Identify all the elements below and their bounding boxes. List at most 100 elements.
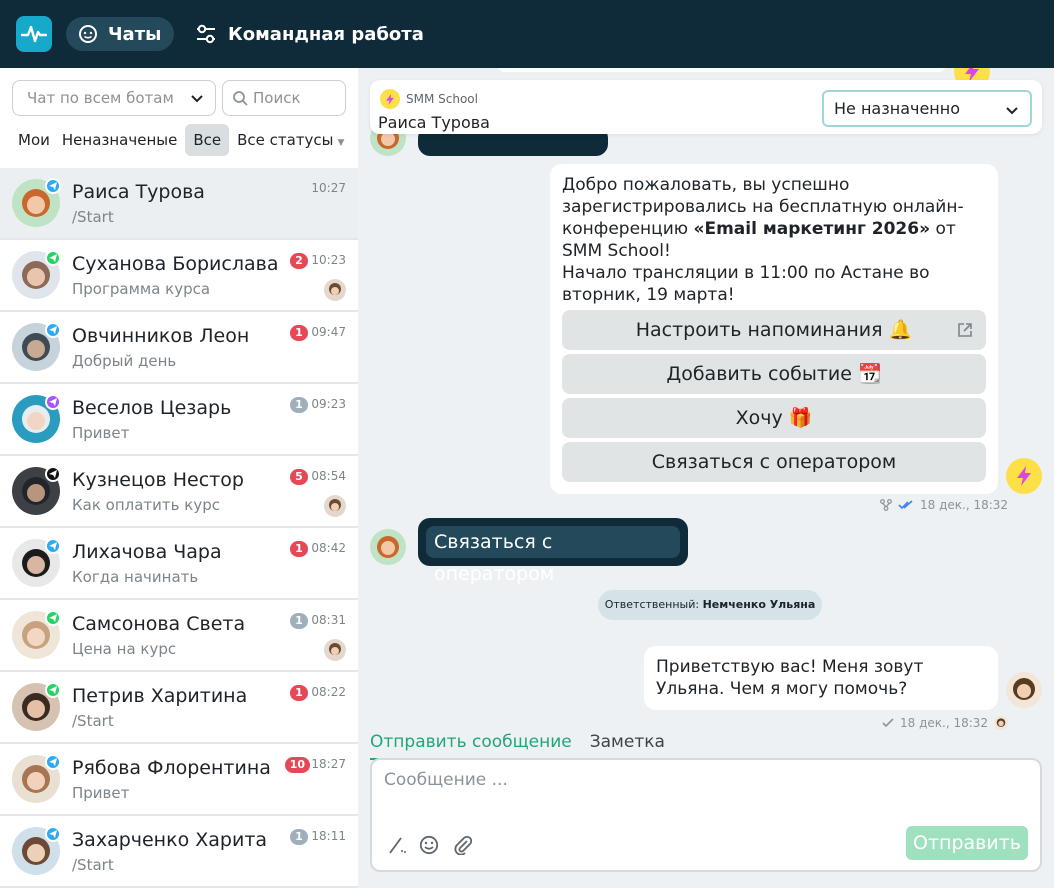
chat-preview: /Start <box>72 712 114 730</box>
assignee-value: Не назначенно <box>834 99 961 118</box>
chat-list-item[interactable]: Суханова Борислава Программа курса 10:23 2 <box>0 240 358 312</box>
message-placeholder: Сообщение ... <box>384 770 508 790</box>
chat-time: 10:23 <box>311 253 346 267</box>
telegram-icon <box>45 826 61 842</box>
search-icon <box>233 91 248 106</box>
emoji-button[interactable] <box>418 834 440 856</box>
smile-icon <box>419 835 439 855</box>
keyboard-button-label: Добавить событие 📆 <box>666 363 882 385</box>
attach-button[interactable] <box>452 834 474 856</box>
chat-preview: Привет <box>72 784 130 802</box>
filter-unassigned[interactable]: Неназначеные <box>56 124 183 156</box>
bot-filter-value: Чат по всем ботам <box>27 89 174 107</box>
chat-time: 08:22 <box>311 685 346 699</box>
bot-label: SMM School <box>380 89 478 109</box>
chat-time: 08:31 <box>311 613 346 627</box>
chat-preview: Привет <box>72 424 130 442</box>
bot-message-text: Добро пожаловать, вы успешно зарегистрир… <box>562 174 986 306</box>
unread-badge: 1 <box>290 829 308 845</box>
chat-preview: Программа курса <box>72 280 211 298</box>
chat-list-item[interactable]: Петрив Харитина/Start 08:22 1 <box>0 672 358 744</box>
message-composer[interactable]: Сообщение ... Отправить <box>370 758 1042 872</box>
operator-message-text: Приветствую вас! Меня зовут Ульяна. Чем … <box>656 657 924 699</box>
unread-badge: 1 <box>290 685 308 701</box>
chat-list: Раиса Турова/Start 10:27 Суханова Борислав… <box>0 168 358 888</box>
lightning-icon <box>386 93 394 105</box>
user-message-text: Связаться с оператором <box>426 526 680 585</box>
conversation-panel: SMM School Раиса Турова Не назначенно До… <box>358 68 1054 888</box>
app-logo[interactable] <box>16 16 52 52</box>
search-input[interactable]: Поиск <box>222 80 346 116</box>
filter-mine[interactable]: Мои <box>12 124 56 156</box>
unread-badge: 5 <box>290 469 308 485</box>
nav-chats-label: Чаты <box>108 23 162 45</box>
sliders-icon <box>197 24 215 44</box>
chat-list-item[interactable]: Веселов Цезарь Привет 09:23 1 <box>0 384 358 456</box>
chat-name: Суханова Борислава <box>72 253 279 275</box>
paperclip-icon <box>454 835 473 855</box>
assignment-prefix: Ответственный: <box>604 598 700 611</box>
chevron-down-icon <box>191 95 203 103</box>
chat-time: 08:42 <box>311 541 346 555</box>
chat-preview: Когда начинать <box>72 568 199 586</box>
send-button[interactable]: Отправить <box>906 826 1028 860</box>
chat-list-item[interactable]: Овчинников Леон Добрый день 09:47 1 <box>0 312 358 384</box>
magic-wand-icon <box>389 837 406 854</box>
tab-send-message[interactable]: Отправить сообщение <box>370 730 572 760</box>
chat-name: Захарченко Харита <box>72 829 268 851</box>
operator-mini-avatar <box>994 716 1009 730</box>
nav-chats[interactable]: Чаты <box>66 17 174 51</box>
assignee-select[interactable]: Не назначенно <box>822 90 1032 127</box>
chat-name: Овчинников Леон <box>72 325 250 347</box>
chat-list-item[interactable]: Рябова Флорентина Привет 18:27 10 <box>0 744 358 816</box>
keyboard-button-add-event[interactable]: Добавить событие 📆 <box>562 354 986 394</box>
chat-name: Петрив Харитина <box>72 685 248 707</box>
chat-time: 09:23 <box>311 397 346 411</box>
bot-message-meta: 18 дек., 18:32 <box>880 498 1008 512</box>
nav-team-label: Командная работа <box>228 23 424 45</box>
keyboard-button-reminder[interactable]: Настроить напоминания 🔔 <box>562 310 986 350</box>
chat-preview: Цена на курс <box>72 640 177 658</box>
keyboard-button-operator[interactable]: Связаться с оператором <box>562 442 986 482</box>
telegram-icon <box>45 538 61 554</box>
check-icon <box>882 718 894 728</box>
message-time: 18 дек., 18:32 <box>900 716 989 730</box>
keyboard-button-label: Настроить напоминания 🔔 <box>635 319 913 341</box>
assignee-mini-avatar <box>324 639 346 661</box>
keyboard-button-label: Связаться с оператором <box>651 451 897 473</box>
ai-wand-button[interactable] <box>386 834 408 856</box>
whatsapp-icon <box>45 250 61 266</box>
conversation-header: SMM School Раиса Турова Не назначенно <box>370 80 1042 134</box>
chat-list-item[interactable]: Самсонова Света Цена на курс 08:31 1 <box>0 600 358 672</box>
messenger-icon <box>45 394 61 410</box>
bot-message-bold: «Email маркетинг 2026» <box>693 219 931 239</box>
chat-time: 18:11 <box>311 829 346 843</box>
pulse-icon <box>21 25 47 43</box>
keyboard-button-want[interactable]: Хочу 🎁 <box>562 398 986 438</box>
operator-avatar <box>1006 672 1042 708</box>
tab-note[interactable]: Заметка <box>590 730 665 760</box>
assignee-mini-avatar <box>324 495 346 517</box>
chat-name: Веселов Цезарь <box>72 397 232 419</box>
chat-preview: /Start <box>72 856 114 874</box>
assignment-notice: Ответственный: Немченко Ульяна <box>598 590 822 620</box>
bot-avatar <box>1006 458 1042 494</box>
chat-time: 09:47 <box>311 325 346 339</box>
previous-message <box>498 68 946 72</box>
chat-list-item[interactable]: Захарченко Харита/Start 18:11 1 <box>0 816 358 888</box>
filter-all[interactable]: Все <box>185 124 230 156</box>
chat-name: Самсонова Света <box>72 613 246 635</box>
filter-status-dropdown[interactable]: Все статусы ▼ <box>231 124 350 156</box>
filter-status-label: Все статусы <box>237 131 334 149</box>
chat-preview: Как оплатить курс <box>72 496 220 514</box>
telegram-icon <box>45 178 61 194</box>
bot-filter-select[interactable]: Чат по всем ботам <box>12 80 216 116</box>
nav-team[interactable]: Командная работа <box>194 17 424 51</box>
chat-preview: /Start <box>72 208 114 226</box>
chat-list-item[interactable]: Лихачова Чара Когда начинать 08:42 1 <box>0 528 358 600</box>
chat-list-item[interactable]: Кузнецов Нестор Как оплатить курс 08:54 5 <box>0 456 358 528</box>
chat-name: Лихачова Чара <box>72 541 222 563</box>
bot-badge <box>380 89 400 109</box>
bot-message: Добро пожаловать, вы успешно зарегистрир… <box>550 164 998 494</box>
chat-list-item[interactable]: Раиса Турова/Start 10:27 <box>0 168 358 240</box>
